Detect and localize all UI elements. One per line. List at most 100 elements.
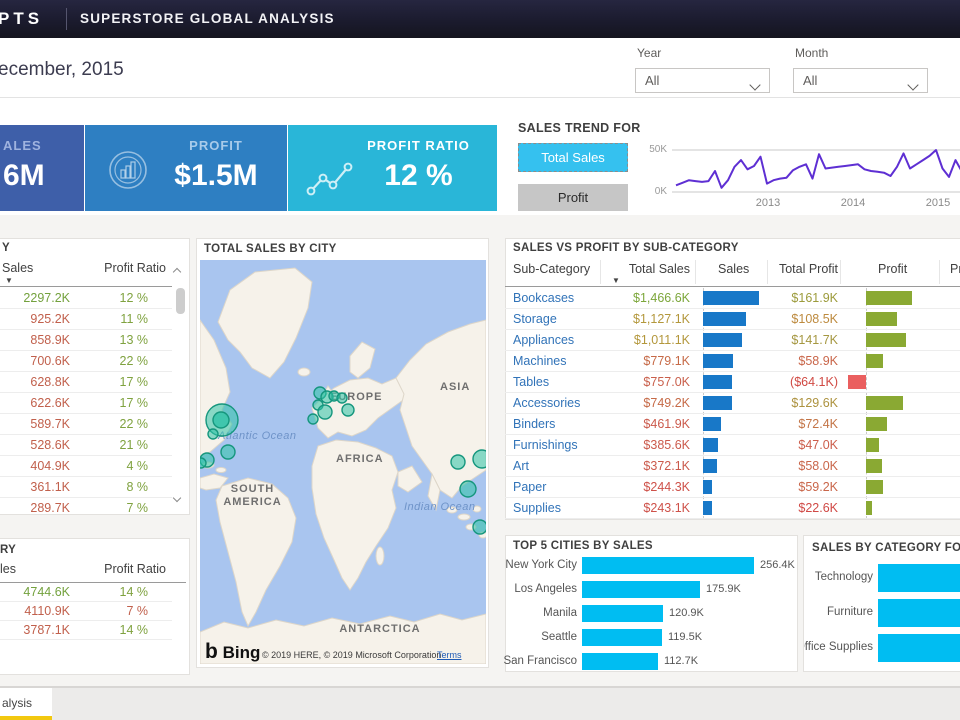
profit-bar[interactable] bbox=[866, 396, 903, 410]
city-sales-bubbles[interactable] bbox=[200, 260, 486, 664]
col-profit-ratio-partial[interactable]: Pr bbox=[950, 262, 960, 276]
total-sales-toggle-button[interactable]: Total Sales bbox=[518, 143, 628, 172]
table-row[interactable]: Appliances$1,011.1K$141.7K bbox=[505, 330, 960, 351]
sales-bar[interactable] bbox=[703, 438, 718, 452]
sales-bubble[interactable] bbox=[200, 458, 206, 468]
category-sales-bar[interactable] bbox=[878, 634, 960, 662]
table-row[interactable]: Paper$244.3K$59.2K bbox=[505, 477, 960, 498]
scroll-down-icon[interactable] bbox=[174, 488, 180, 506]
table-row[interactable]: Furnishings$385.6K$47.0K bbox=[505, 435, 960, 456]
year-dropdown[interactable]: All bbox=[635, 68, 770, 93]
sales-bar[interactable] bbox=[703, 375, 732, 389]
city-sales-bar[interactable] bbox=[582, 557, 754, 574]
sub-category-cell[interactable]: Appliances bbox=[513, 333, 574, 347]
sub-category-cell[interactable]: Tables bbox=[513, 375, 549, 389]
active-page-tab[interactable]: alysis bbox=[0, 688, 52, 716]
profit-bar-negative[interactable] bbox=[848, 375, 866, 389]
table-row[interactable]: 3787.1K14 % bbox=[0, 621, 172, 640]
sales-bar[interactable] bbox=[703, 312, 746, 326]
sub-category-cell[interactable]: Machines bbox=[513, 354, 567, 368]
map-terms-link[interactable]: Terms bbox=[437, 650, 462, 660]
sales-bubble[interactable] bbox=[473, 520, 486, 534]
table-row[interactable]: Art$372.1K$58.0K bbox=[505, 456, 960, 477]
sub-category-cell[interactable]: Furnishings bbox=[513, 438, 578, 452]
category-col-ratio[interactable]: Profit Ratio bbox=[0, 562, 166, 576]
table-row[interactable]: 289.7K7 % bbox=[0, 498, 172, 515]
col-sales-bar[interactable]: Sales bbox=[718, 262, 749, 276]
table-row[interactable]: 361.1K8 % bbox=[0, 477, 172, 498]
table-row[interactable]: Binders$461.9K$72.4K bbox=[505, 414, 960, 435]
city-sales-bar[interactable] bbox=[582, 629, 662, 646]
col-sub-category[interactable]: Sub-Category bbox=[513, 262, 590, 276]
col-total-profit[interactable]: Total Profit bbox=[779, 262, 838, 276]
table-row[interactable]: Bookcases$1,466.6K$161.9K bbox=[505, 288, 960, 309]
table-row[interactable]: 700.6K22 % bbox=[0, 351, 172, 372]
profit-bar[interactable] bbox=[866, 480, 883, 494]
table-row[interactable]: 4744.6K14 % bbox=[0, 583, 172, 602]
profit-bar[interactable] bbox=[866, 438, 879, 452]
city-sales-bar[interactable] bbox=[582, 581, 700, 598]
sales-bar[interactable] bbox=[703, 291, 759, 305]
month-dropdown[interactable]: All bbox=[793, 68, 928, 93]
sales-bar[interactable] bbox=[703, 501, 712, 515]
profit-bar[interactable] bbox=[866, 459, 882, 473]
kpi-card-total-sales[interactable]: ALES 6M bbox=[0, 125, 84, 211]
table-row[interactable]: Tables$757.0K($64.1K) bbox=[505, 372, 960, 393]
table-row[interactable]: 528.6K21 % bbox=[0, 435, 172, 456]
sub-category-cell[interactable]: Bookcases bbox=[513, 291, 574, 305]
table-row[interactable]: Storage$1,127.1K$108.5K bbox=[505, 309, 960, 330]
sales-bar[interactable] bbox=[703, 480, 712, 494]
table-row[interactable]: 628.8K17 % bbox=[0, 372, 172, 393]
sub-category-cell[interactable]: Binders bbox=[513, 417, 555, 431]
sales-bar[interactable] bbox=[703, 354, 733, 368]
sales-bubble[interactable] bbox=[208, 429, 218, 439]
sales-bar[interactable] bbox=[703, 333, 742, 347]
kpi-card-profit-ratio[interactable]: PROFIT RATIO 12 % bbox=[288, 125, 497, 211]
table-row[interactable]: 4110.9K7 % bbox=[0, 602, 172, 621]
table-row[interactable]: 925.2K11 % bbox=[0, 309, 172, 330]
table-row[interactable]: Accessories$749.2K$129.6K bbox=[505, 393, 960, 414]
sub-category-cell[interactable]: Supplies bbox=[513, 501, 561, 515]
sales-bubble[interactable] bbox=[473, 450, 486, 468]
sub-category-cell[interactable]: Storage bbox=[513, 312, 557, 326]
sales-bar[interactable] bbox=[703, 459, 717, 473]
city-sales-bar[interactable] bbox=[582, 605, 663, 622]
sub-category-cell[interactable]: Paper bbox=[513, 480, 546, 494]
table-row[interactable]: 858.9K13 % bbox=[0, 330, 172, 351]
sub-category-cell[interactable]: Art bbox=[513, 459, 529, 473]
sales-bubble[interactable] bbox=[337, 393, 347, 403]
table-row[interactable]: 622.6K17 % bbox=[0, 393, 172, 414]
category-sales-bar[interactable] bbox=[878, 599, 960, 627]
sales-bubble[interactable] bbox=[460, 481, 476, 497]
profit-bar[interactable] bbox=[866, 291, 912, 305]
country-col-ratio[interactable]: Profit Ratio bbox=[0, 261, 166, 275]
profit-bar[interactable] bbox=[866, 312, 897, 326]
scrollbar-thumb[interactable] bbox=[176, 288, 185, 314]
table-row[interactable]: 589.7K22 % bbox=[0, 414, 172, 435]
sub-category-cell[interactable]: Accessories bbox=[513, 396, 580, 410]
profit-bar[interactable] bbox=[866, 501, 872, 515]
sales-bubble[interactable] bbox=[308, 414, 318, 424]
profit-bar[interactable] bbox=[866, 354, 883, 368]
sales-bubble[interactable] bbox=[318, 405, 332, 419]
city-sales-bar[interactable] bbox=[582, 653, 658, 670]
profit-bar[interactable] bbox=[866, 333, 906, 347]
sales-bubble[interactable] bbox=[213, 412, 229, 428]
col-profit-bar[interactable]: Profit bbox=[878, 262, 907, 276]
sales-bar[interactable] bbox=[703, 417, 721, 431]
table-row[interactable]: 2297.2K12 % bbox=[0, 288, 172, 309]
sales-trend-line-chart[interactable] bbox=[645, 138, 960, 210]
profit-bar[interactable] bbox=[866, 417, 887, 431]
sales-bubble[interactable] bbox=[342, 404, 354, 416]
sales-bubble[interactable] bbox=[451, 455, 465, 469]
profit-toggle-button[interactable]: Profit bbox=[518, 184, 628, 211]
sales-bar[interactable] bbox=[703, 396, 732, 410]
table-row[interactable]: Machines$779.1K$58.9K bbox=[505, 351, 960, 372]
category-sales-bar[interactable] bbox=[878, 564, 960, 592]
col-total-sales[interactable]: Total Sales bbox=[629, 262, 690, 276]
kpi-card-profit[interactable]: PROFIT $1.5M bbox=[85, 125, 287, 211]
scroll-up-icon[interactable] bbox=[174, 262, 180, 280]
table-row[interactable]: 404.9K4 % bbox=[0, 456, 172, 477]
sales-bubble[interactable] bbox=[221, 445, 235, 459]
table-row[interactable]: Supplies$243.1K$22.6K bbox=[505, 498, 960, 519]
